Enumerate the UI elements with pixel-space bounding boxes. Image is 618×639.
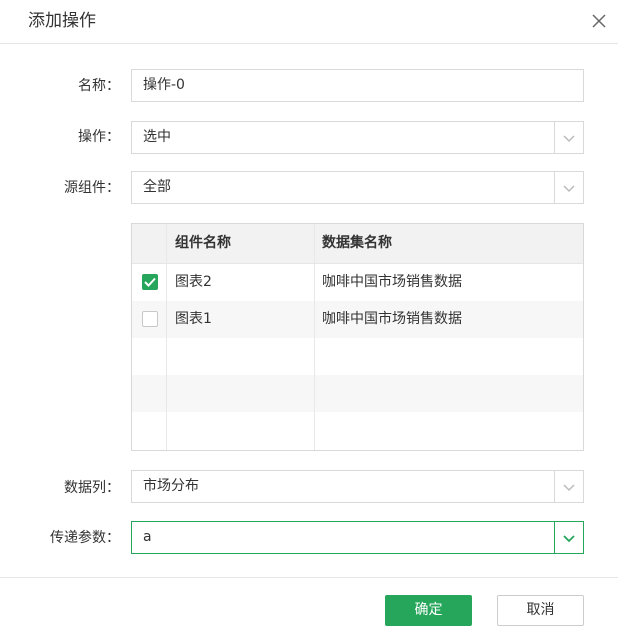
empty-table-row — [132, 338, 583, 375]
row-checkbox[interactable] — [142, 311, 158, 327]
name-input[interactable]: 操作-0 — [131, 69, 584, 102]
table-row[interactable]: 图表1 咖啡中国市场销售数据 — [132, 301, 583, 338]
table-row[interactable]: 图表2 咖啡中国市场销售数据 — [132, 264, 583, 301]
action-select-value: 选中 — [143, 129, 171, 145]
component-name: 图表1 — [175, 311, 212, 327]
dialog-header: 添加操作 — [0, 0, 618, 44]
chevron-down-icon[interactable] — [554, 172, 583, 203]
close-icon[interactable] — [589, 11, 609, 31]
action-select[interactable]: 选中 — [131, 121, 584, 154]
table-header: 组件名称 数据集名称 — [132, 224, 583, 264]
column-header-dataset: 数据集名称 — [322, 235, 392, 251]
data-column-value: 市场分布 — [143, 478, 199, 494]
dataset-name: 咖啡中国市场销售数据 — [322, 311, 462, 327]
component-table: 组件名称 数据集名称 图表2 咖啡中国市场销售数据 图表1 咖啡中国市场销售数据 — [131, 223, 584, 451]
name-input-value: 操作-0 — [143, 77, 185, 93]
source-component-value: 全部 — [143, 179, 171, 195]
column-divider — [314, 224, 315, 450]
dataset-name: 咖啡中国市场销售数据 — [322, 274, 462, 290]
confirm-button[interactable]: 确定 — [385, 595, 472, 626]
pass-parameter-select[interactable]: a — [131, 521, 584, 554]
action-label: 操作： — [78, 129, 120, 145]
column-header-component: 组件名称 — [175, 235, 231, 251]
chevron-down-icon[interactable] — [554, 522, 583, 553]
dialog-title: 添加操作 — [28, 11, 96, 31]
chevron-down-icon[interactable] — [554, 471, 583, 502]
pass-parameter-label: 传递参数： — [50, 530, 120, 546]
data-column-label: 数据列： — [64, 480, 120, 496]
source-component-label: 源组件： — [64, 180, 120, 196]
source-component-select[interactable]: 全部 — [131, 171, 584, 204]
row-checkbox[interactable] — [142, 274, 158, 290]
empty-table-row — [132, 412, 583, 449]
chevron-down-icon[interactable] — [554, 122, 583, 153]
add-action-dialog: 添加操作 名称： 操作-0 操作： 选中 源组件： 全部 组件名称 数据集名称 — [0, 0, 618, 638]
data-column-select[interactable]: 市场分布 — [131, 470, 584, 503]
cancel-button[interactable]: 取消 — [497, 595, 584, 626]
dialog-footer: 确定 取消 — [0, 577, 618, 639]
empty-table-row — [132, 375, 583, 412]
pass-parameter-value: a — [143, 529, 152, 545]
column-divider — [166, 224, 167, 450]
name-label: 名称： — [78, 78, 120, 94]
component-name: 图表2 — [175, 274, 212, 290]
